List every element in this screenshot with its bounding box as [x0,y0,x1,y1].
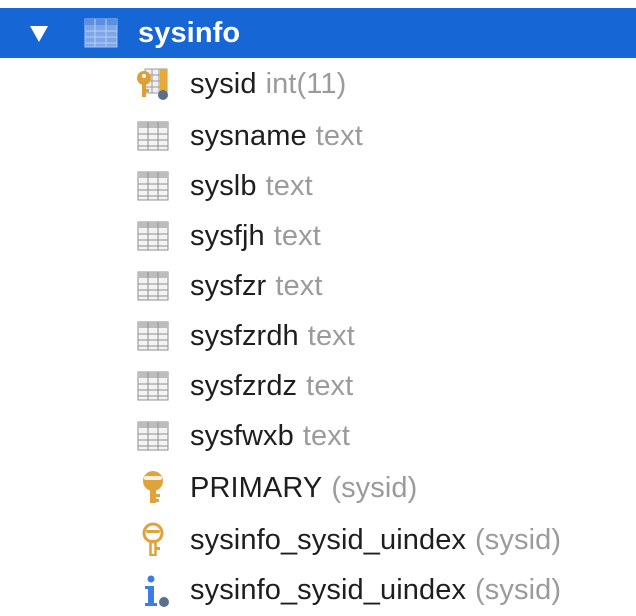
index-detail: (sysid) [475,574,562,606]
column-type: text [302,420,350,452]
column-icon [136,369,170,403]
index-name: sysinfo_sysid_uindex [190,524,467,556]
table-name: sysinfo [138,17,241,49]
index-detail: (sysid) [475,524,562,556]
column-row-sysfjh[interactable]: sysfjh text [0,210,636,262]
column-icon [136,119,170,153]
column-row-sysfzr[interactable]: sysfzr text [0,260,636,312]
column-type: int(11) [265,68,347,100]
index-detail: (sysid) [331,472,418,504]
column-name: sysfwxb [190,420,294,452]
column-name: sysfzrdh [190,320,299,352]
column-type: text [307,320,355,352]
column-name: sysid [190,68,257,100]
index-row-unique[interactable]: sysinfo_sysid_uindex (sysid) [0,514,636,566]
column-row-syslb[interactable]: syslb text [0,160,636,212]
index-name: PRIMARY [190,472,323,504]
index-name: sysinfo_sysid_uindex [190,574,467,606]
column-type: text [306,370,354,402]
column-icon [136,419,170,453]
column-type: text [315,120,363,152]
column-row-sysid[interactable]: sysid int(11) [0,58,636,110]
column-type: text [273,220,321,252]
column-row-sysfwxb[interactable]: sysfwxb text [0,410,636,462]
primary-key-icon [136,470,170,504]
table-icon [84,16,118,50]
column-name: sysname [190,120,307,152]
column-icon [136,219,170,253]
schema-tree: sysinfo sysid int(11) sysname text syslb… [0,0,636,610]
disclosure-triangle-icon[interactable] [30,26,48,42]
column-row-sysfzrdh[interactable]: sysfzrdh text [0,310,636,362]
unique-key-icon [136,522,170,557]
column-name: sysfzr [190,270,267,302]
column-icon [136,269,170,303]
index-row-primary[interactable]: PRIMARY (sysid) [0,462,636,514]
table-row-sysinfo[interactable]: sysinfo [0,8,636,58]
column-icon [136,319,170,353]
column-name: sysfzrdz [190,370,298,402]
column-row-sysfzrdz[interactable]: sysfzrdz text [0,360,636,412]
column-icon [136,169,170,203]
column-name: syslb [190,170,257,202]
primary-key-column-icon [136,67,170,101]
index-info-icon [136,574,170,608]
column-type: text [275,270,323,302]
column-row-sysname[interactable]: sysname text [0,110,636,162]
column-name: sysfjh [190,220,265,252]
index-row-info[interactable]: sysinfo_sysid_uindex (sysid) [0,564,636,616]
column-type: text [265,170,313,202]
